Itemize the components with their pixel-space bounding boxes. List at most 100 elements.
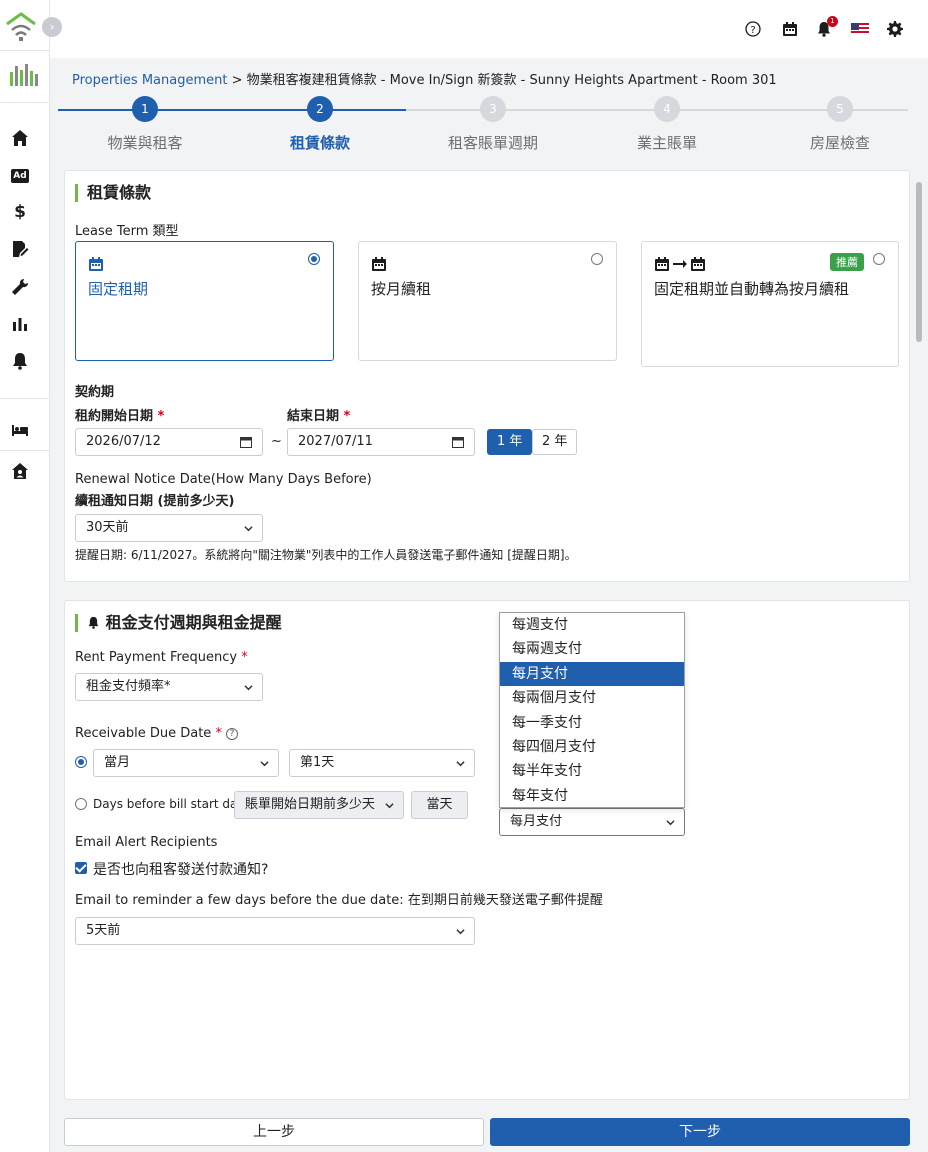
days-before-select[interactable]: 賬單開始日期前多少天 (234, 791, 404, 819)
sidebar-item-property[interactable] (11, 462, 29, 480)
notifications-button[interactable]: 1 (815, 16, 838, 38)
calendar-arrow-calendar-icon (654, 256, 706, 272)
calendar-icon (88, 256, 104, 276)
frequency-dropdown-list: 每週支付 每兩週支付 每月支付 每兩個月支付 每一季支付 每四個月支付 每半年支… (499, 612, 685, 808)
due-day-select[interactable]: 第1天 (289, 749, 475, 777)
step-inspection[interactable]: 5 房屋檢查 (750, 96, 928, 153)
wizard-stepper: 1 物業與租客 2 租賃條款 3 租客賬單週期 4 業主賬單 5 房屋檢查 (58, 96, 908, 156)
two-year-button[interactable]: 2 年 (532, 429, 578, 455)
email-recipients-label: Email Alert Recipients (75, 835, 218, 850)
calendar-icon (240, 437, 252, 448)
one-year-button[interactable]: 1 年 (487, 429, 533, 455)
frequency-dropdown-select[interactable]: 每月支付 (499, 808, 685, 836)
step-label: 業主賬單 (636, 134, 697, 152)
chevron-down-icon (385, 803, 394, 809)
sidebar-divider (0, 50, 50, 51)
renewal-notice-select[interactable]: 30天前 (75, 514, 263, 542)
gear-icon (887, 21, 903, 37)
bell-icon (13, 353, 27, 370)
end-date-label: 結束日期 * (287, 409, 351, 424)
email-reminder-select[interactable]: 5天前 (75, 917, 475, 945)
home-icon (12, 130, 28, 146)
frequency-option-quarterly[interactable]: 每一季支付 (500, 711, 684, 735)
receivable-due-date-label: Receivable Due Date *? (75, 726, 238, 741)
step-label: 物業與租客 (107, 134, 183, 152)
frequency-option-monthly[interactable]: 每月支付 (500, 661, 684, 687)
sidebar-divider (0, 398, 50, 399)
settings-button[interactable] (886, 20, 904, 38)
sidebar-item-finance[interactable]: $ (11, 202, 29, 222)
notify-tenant-checkbox[interactable] (75, 862, 87, 874)
language-button[interactable] (851, 20, 869, 38)
rent-frequency-label: Rent Payment Frequency * (75, 650, 248, 665)
house-user-icon (12, 463, 28, 479)
sidebar-item-home[interactable] (11, 129, 29, 147)
sidebar-item-rooms[interactable] (11, 421, 29, 439)
start-date-input[interactable]: 2026/07/12 (75, 428, 263, 456)
due-month-select[interactable]: 當月 (93, 749, 279, 777)
sidebar-collapse-button[interactable]: › (42, 17, 62, 37)
page-scrollbar[interactable] (914, 170, 924, 1110)
lease-terms-card: 租賃條款 Lease Term 類型 固定租期 按月續租 推薦 固定租期並自動轉… (64, 170, 910, 582)
step-lease-terms[interactable]: 2 租賃條款 (230, 96, 410, 153)
brand-skyline-icon (8, 62, 40, 88)
sidebar-item-ads[interactable]: Ad (11, 167, 29, 185)
end-date-input[interactable]: 2027/07/11 (287, 428, 475, 456)
help-button[interactable]: ? (744, 20, 762, 38)
renewal-notice-label-en: Renewal Notice Date(How Many Days Before… (75, 472, 372, 487)
calendar-button[interactable] (781, 20, 799, 38)
lease-option-fixed-to-monthly[interactable]: 推薦 固定租期並自動轉為按月續租 (641, 241, 899, 367)
start-date-label: 租約開始日期 * (75, 409, 165, 424)
email-reminder-label: Email to reminder a few days before the … (75, 893, 603, 908)
sidebar: Ad $ (0, 0, 50, 1152)
lease-option-fixed[interactable]: 固定租期 (75, 241, 334, 361)
frequency-option-biweekly[interactable]: 每兩週支付 (500, 637, 684, 661)
lease-option-monthly[interactable]: 按月續租 (358, 241, 617, 361)
next-step-button[interactable]: 下一步 (490, 1118, 910, 1146)
sidebar-divider (0, 102, 50, 103)
scrollbar-thumb[interactable] (916, 182, 922, 342)
frequency-option-four-months[interactable]: 每四個月支付 (500, 735, 684, 759)
sidebar-item-contracts[interactable] (11, 240, 29, 258)
frequency-option-semiannual[interactable]: 每半年支付 (500, 759, 684, 783)
step-label: 租客賬單週期 (447, 134, 538, 152)
calendar-icon (452, 437, 464, 448)
same-day-button[interactable]: 當天 (411, 791, 468, 819)
app-logo-icon[interactable] (4, 10, 38, 44)
sidebar-divider (0, 450, 50, 451)
step-owner-billing[interactable]: 4 業主賬單 (577, 96, 757, 153)
days-before-radio[interactable] (75, 798, 87, 810)
step-tenant-billing[interactable]: 3 租客賬單週期 (403, 96, 583, 153)
previous-step-button[interactable]: 上一步 (64, 1118, 484, 1146)
us-flag-icon (851, 23, 869, 35)
lease-option-fixed-radio[interactable] (308, 253, 320, 265)
help-icon[interactable]: ? (225, 727, 238, 740)
lease-option-monthly-radio[interactable] (591, 253, 603, 265)
due-date-month-radio[interactable] (75, 756, 87, 768)
rent-frequency-select[interactable]: 租金支付頻率* (75, 673, 263, 701)
step-label: 房屋檢查 (809, 134, 870, 152)
breadcrumb: Properties Management > 物業租客複建租賃條款 - Mov… (72, 69, 777, 88)
top-bar: ? 1 (50, 0, 928, 58)
recommended-badge: 推薦 (830, 253, 864, 271)
notify-tenant-label: 是否也向租客發送付款通知? (93, 862, 269, 878)
days-before-label: Days before bill start date: (93, 797, 254, 811)
sidebar-item-reports[interactable] (11, 315, 29, 333)
chevron-down-icon (260, 761, 269, 767)
step-number: 4 (654, 96, 680, 122)
lease-option-fixed-to-monthly-radio[interactable] (873, 253, 885, 265)
sidebar-item-maintenance[interactable] (11, 278, 29, 296)
step-property-tenant[interactable]: 1 物業與租客 (55, 96, 235, 153)
frequency-option-annual[interactable]: 每年支付 (500, 784, 684, 808)
document-edit-icon (13, 241, 29, 257)
frequency-option-bimonthly[interactable]: 每兩個月支付 (500, 686, 684, 710)
chevron-down-icon (456, 761, 465, 767)
frequency-option-weekly[interactable]: 每週支付 (500, 613, 684, 637)
breadcrumb-link-properties[interactable]: Properties Management (72, 73, 227, 88)
bar-chart-icon (13, 318, 27, 331)
help-circle-icon: ? (745, 21, 761, 37)
breadcrumb-separator: > (231, 73, 243, 88)
wrench-icon (12, 278, 29, 295)
sidebar-item-alerts[interactable] (11, 352, 29, 370)
step-number: 1 (132, 96, 158, 122)
